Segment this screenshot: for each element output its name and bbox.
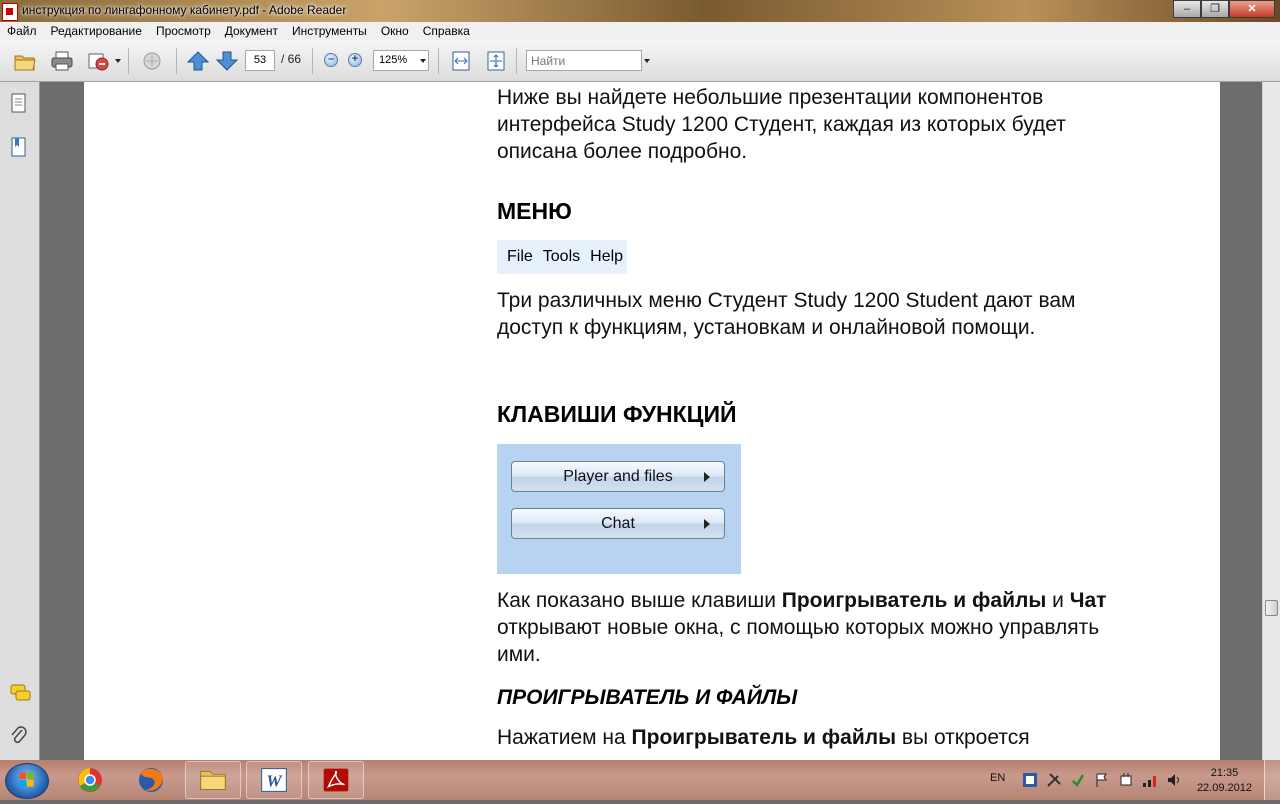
scrollbar-thumb[interactable] [1265, 600, 1278, 616]
text-run: вы откроется [896, 726, 1030, 749]
title-bar: инструкция по лингафонному кабинету.pdf … [0, 0, 1280, 22]
taskbar-explorer[interactable] [62, 761, 118, 799]
page-total: / 66 [281, 52, 302, 66]
text-run: и [1046, 589, 1070, 612]
heading-function-keys: КЛАВИШИ ФУНКЦИЙ [497, 401, 737, 427]
play-arrow-icon [704, 472, 710, 482]
toolbar-separator [128, 48, 129, 74]
email-icon[interactable] [86, 50, 110, 72]
open-icon[interactable] [13, 50, 37, 72]
search-input[interactable] [526, 50, 642, 71]
menu-bar: Файл Редактирование Просмотр Документ Ин… [0, 22, 1280, 40]
chat-label: Chat [601, 515, 635, 532]
taskbar-folder[interactable] [185, 761, 241, 799]
attachments-icon[interactable] [9, 724, 29, 748]
text-run: Как показано выше клавиши [497, 589, 782, 612]
clock[interactable]: 21:35 22.09.2012 [1197, 766, 1252, 796]
folder-icon [200, 771, 226, 790]
print-icon[interactable] [50, 50, 74, 72]
minimize-button[interactable]: – [1173, 0, 1201, 18]
svg-text:W: W [266, 772, 283, 791]
clock-date: 22.09.2012 [1196, 782, 1252, 794]
page-up-icon[interactable] [186, 50, 210, 72]
comments-icon[interactable] [9, 682, 33, 706]
intro-paragraph: Ниже вы найдете небольшие презентации ко… [497, 86, 1066, 163]
firefox-icon [139, 768, 163, 792]
email-dropdown-icon[interactable] [115, 59, 121, 63]
menu-edit[interactable]: Редактирование [44, 24, 149, 38]
text-run: открывают новые окна, с помощью которых … [497, 616, 1100, 666]
menu-figure-file: File [507, 248, 533, 265]
toolbar-separator [312, 48, 313, 74]
taskbar: W EN 21:35 22.09.2012 [0, 760, 1280, 800]
navigation-panel [0, 82, 40, 760]
toolbar-separator [176, 48, 177, 74]
menu-document[interactable]: Документ [218, 24, 285, 38]
zoom-dropdown-icon[interactable] [420, 59, 426, 63]
show-desktop-button[interactable] [1264, 760, 1280, 800]
toolbar: 53 / 66 – + 125% [0, 40, 1280, 82]
start-button[interactable] [5, 763, 49, 799]
acrobat-icon [2, 3, 18, 21]
windows-logo-icon [19, 772, 34, 787]
menu-window[interactable]: Окно [374, 24, 416, 38]
player-and-files-key: Player and files [511, 461, 725, 492]
bookmarks-icon[interactable] [9, 136, 29, 160]
volume-tray-icon[interactable] [1166, 772, 1182, 788]
word-icon: W [261, 768, 287, 792]
zoom-in-button[interactable]: + [348, 53, 362, 67]
signal-tray-icon[interactable] [1142, 772, 1158, 788]
bold-text-run: Чат [1069, 589, 1107, 612]
taskbar-acrobat[interactable] [308, 761, 364, 799]
maximize-button[interactable]: ❐ [1201, 0, 1229, 18]
keys-description: Как показано выше клавиши Проигрыватель … [497, 587, 1137, 668]
toolbar-separator [438, 48, 439, 74]
text-run: Нажатием на [497, 726, 632, 749]
fit-width-icon[interactable] [449, 50, 473, 72]
power-tray-icon[interactable] [1118, 772, 1134, 788]
security-tray-icon[interactable] [1070, 772, 1086, 788]
taskbar-word[interactable]: W [246, 761, 302, 799]
page-down-icon[interactable] [215, 50, 239, 72]
collaborate-icon[interactable] [140, 50, 164, 72]
play-arrow-icon [704, 519, 710, 529]
chat-key: Chat [511, 508, 725, 539]
search-dropdown-icon[interactable] [644, 59, 650, 63]
heading-player-and-files: ПРОИГРЫВАТЕЛЬ И ФАЙЛЫ [497, 686, 798, 709]
player-description: Нажатием на Проигрыватель и файлы вы отк… [497, 724, 1137, 751]
language-indicator[interactable]: EN [990, 772, 1005, 784]
menu-description: Три различных меню Студент Study 1200 St… [497, 289, 1076, 339]
function-keys-figure: Player and files Chat [497, 444, 741, 574]
document-viewport[interactable]: Ниже вы найдете небольшие презентации ко… [40, 82, 1262, 760]
zoom-value: 125% [379, 54, 408, 66]
network-tray-icon[interactable] [1022, 772, 1038, 788]
player-and-files-label: Player and files [563, 468, 673, 485]
menu-file[interactable]: Файл [0, 24, 44, 38]
pages-icon[interactable] [9, 92, 29, 116]
clock-time: 21:35 [1210, 767, 1239, 779]
heading-menu: МЕНЮ [497, 198, 572, 224]
pdf-page: Ниже вы найдете небольшие презентации ко… [84, 82, 1220, 760]
chrome-icon [78, 768, 102, 792]
zoom-out-button[interactable]: – [324, 53, 338, 67]
taskbar-firefox[interactable] [123, 761, 179, 799]
acrobat-icon [323, 768, 349, 792]
window-controls: – ❐ ✕ [1173, 0, 1275, 18]
tools-tray-icon[interactable] [1046, 772, 1062, 788]
fit-page-icon[interactable] [484, 50, 508, 72]
action-center-flag-icon[interactable] [1094, 772, 1110, 788]
toolbar-separator [516, 48, 517, 74]
menu-help[interactable]: Справка [416, 24, 477, 38]
menu-figure: File Tools Help [497, 240, 627, 274]
vertical-scrollbar[interactable] [1262, 82, 1280, 760]
bold-text-run: Проигрыватель и файлы [631, 726, 897, 749]
window-title: инструкция по лингафонному кабинету.pdf … [22, 3, 347, 17]
close-button[interactable]: ✕ [1229, 0, 1275, 18]
menu-figure-tools: Tools [542, 248, 581, 265]
bold-text-run: Проигрыватель и файлы [781, 589, 1047, 612]
menu-tools[interactable]: Инструменты [285, 24, 374, 38]
menu-view[interactable]: Просмотр [149, 24, 218, 38]
menu-figure-help: Help [590, 248, 624, 265]
page-number-input[interactable]: 53 [245, 50, 275, 71]
